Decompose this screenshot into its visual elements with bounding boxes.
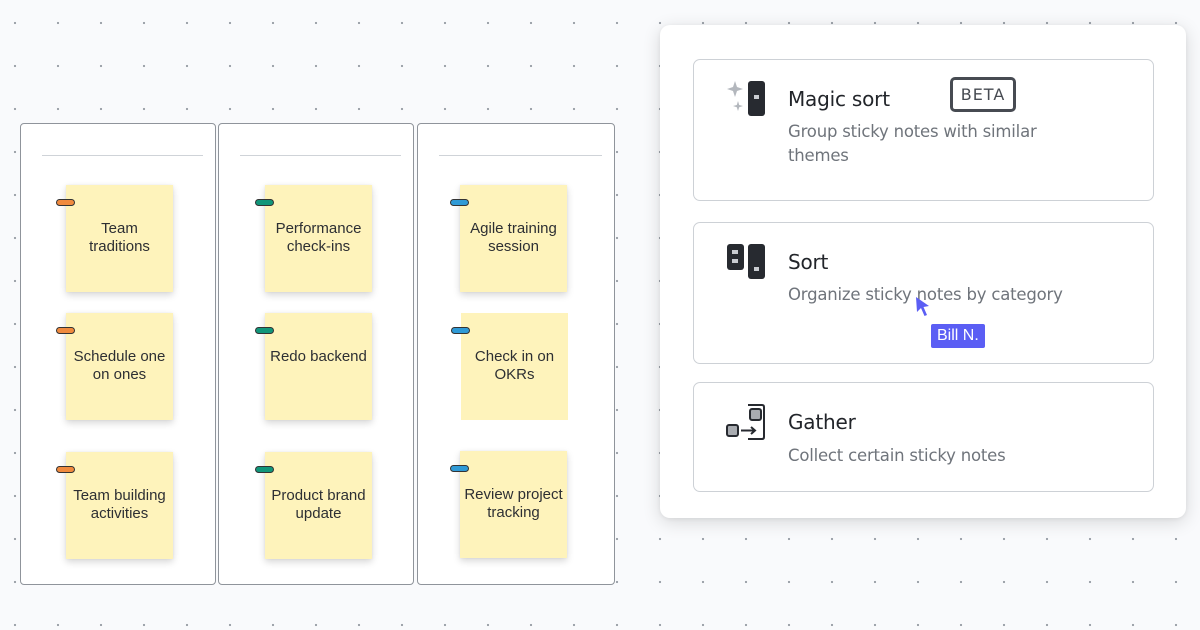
gather-option[interactable]: Gather Collect certain sticky notes: [693, 382, 1154, 492]
option-description: Group sticky notes with similar themes: [788, 122, 1037, 165]
magic-sort-option[interactable]: Magic sort BETA Group sticky notes with …: [693, 59, 1154, 201]
sticky-note[interactable]: Team building activities: [56, 452, 173, 559]
column-header-divider: [42, 155, 203, 156]
sticky-note-text: Product brand update: [271, 487, 366, 522]
tag-marker: [450, 465, 469, 472]
option-description: Collect certain sticky notes: [788, 446, 1006, 465]
option-title: Sort: [788, 250, 829, 274]
tag-marker: [56, 327, 75, 334]
collaborator-name-label: Bill N.: [931, 324, 985, 348]
cursor-arrow-icon: [916, 297, 929, 316]
column-1[interactable]: Team traditions Schedule one on ones Tea…: [20, 123, 216, 585]
sticky-note-text: Agile training session: [470, 220, 557, 255]
column-2[interactable]: Performance check-ins Redo backend Produ…: [218, 123, 414, 585]
sticky-note[interactable]: Product brand update: [255, 452, 372, 559]
sort-options-panel: Magic sort BETA Group sticky notes with …: [660, 25, 1186, 518]
column-header-divider: [439, 155, 602, 156]
option-title: Magic sort: [788, 87, 890, 111]
tag-marker: [255, 199, 274, 206]
tag-marker: [451, 327, 470, 334]
sticky-note-text: Performance check-ins: [275, 220, 362, 255]
tag-marker: [255, 466, 274, 473]
sticky-note-text: Check in on OKRs: [474, 348, 555, 383]
tag-marker: [56, 466, 75, 473]
collaborator-cursor: Bill N.: [915, 296, 1005, 356]
tag-marker: [255, 327, 274, 334]
sticky-note[interactable]: Review project tracking: [450, 451, 567, 558]
sticky-note[interactable]: Schedule one on ones: [56, 313, 173, 420]
sticky-note[interactable]: Performance check-ins: [255, 185, 372, 292]
column-header-divider: [240, 155, 401, 156]
sort-icon: [724, 241, 770, 283]
sticky-note-text: Team building activities: [73, 487, 166, 522]
tag-marker: [56, 199, 75, 206]
sticky-note[interactable]: Team traditions: [56, 185, 173, 292]
sticky-note[interactable]: Agile training session: [450, 185, 567, 292]
sticky-note-text: Team traditions: [89, 220, 150, 255]
sticky-note[interactable]: Check in on OKRs: [451, 313, 568, 420]
sticky-note[interactable]: Redo backend: [255, 313, 372, 420]
gather-icon: [724, 401, 770, 443]
sticky-note-text: Redo backend: [270, 348, 367, 365]
magic-sort-icon: [724, 78, 770, 120]
beta-badge: BETA: [950, 77, 1016, 112]
tag-marker: [450, 199, 469, 206]
option-title: Gather: [788, 410, 856, 434]
sticky-note-text: Review project tracking: [464, 486, 563, 521]
column-3[interactable]: Agile training session Check in on OKRs …: [417, 123, 615, 585]
sticky-note-text: Schedule one on ones: [73, 348, 166, 383]
